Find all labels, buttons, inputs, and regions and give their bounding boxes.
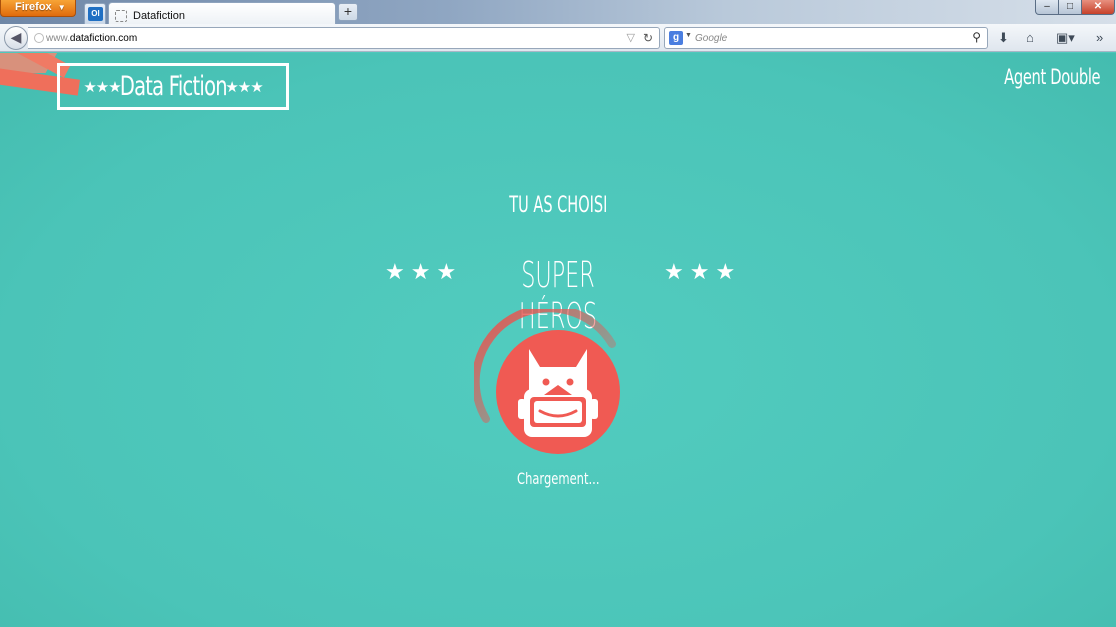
search-bar[interactable]: g ▼ Google ⚲ <box>664 27 988 49</box>
navigation-toolbar: ◀ www.datafiction.com ▽ ↻ g ▼ Google ⚲ ⬇… <box>0 24 1116 52</box>
search-placeholder: Google <box>695 33 728 44</box>
site-logo[interactable]: ★★★ Data Fiction ★★★ <box>57 63 289 110</box>
loading-status: Chargement... <box>0 469 1116 488</box>
reload-icon[interactable]: ↻ <box>643 31 653 45</box>
firefox-menu-label: Firefox <box>15 1 52 13</box>
engine-dropdown-icon[interactable]: ▼ <box>685 32 692 39</box>
loading-text: Chargement... <box>516 469 600 488</box>
home-icon[interactable]: ⌂ <box>1026 30 1034 45</box>
minimize-button[interactable]: – <box>1035 0 1059 15</box>
maximize-button[interactable]: □ <box>1058 0 1082 15</box>
logo-stars-left: ★★★ <box>83 78 121 96</box>
pinned-app-tab[interactable]: Ol <box>84 3 106 24</box>
agent-double-link[interactable]: Agent Double <box>1004 65 1100 89</box>
hero-title-row: ★★★ SUPER HÉROS ★★★ <box>0 253 1116 337</box>
url-domain: datafiction.com <box>69 33 138 44</box>
chose-heading: TU AS CHOISI <box>0 193 1116 218</box>
back-button[interactable]: ◀ <box>4 26 28 50</box>
page-content: ★★★ Data Fiction ★★★ Agent Double TU AS … <box>0 53 1116 627</box>
url-prefix: www. <box>46 33 70 44</box>
hero-avatar-graphic <box>471 304 620 454</box>
screenshot-icon[interactable]: ▣▾ <box>1056 30 1075 46</box>
logo-stars-right: ★★★ <box>225 78 263 96</box>
address-bar[interactable]: www.datafiction.com ▽ ↻ <box>28 27 660 49</box>
tab-datafiction[interactable]: Datafiction <box>108 2 336 24</box>
arrow-left-icon: ◀ <box>10 29 22 45</box>
download-icon[interactable]: ⬇ <box>998 30 1009 46</box>
google-icon[interactable]: g <box>669 31 683 45</box>
firefox-menu-button[interactable]: Firefox ▼ <box>0 0 76 17</box>
browser-titlebar: Firefox ▼ Ol Datafiction + – □ ✕ <box>0 0 1116 24</box>
new-tab-button[interactable]: + <box>338 3 358 21</box>
overflow-menu-icon[interactable]: » <box>1096 30 1103 45</box>
bookmark-dropdown-icon[interactable]: ▽ <box>627 31 635 44</box>
site-identity-icon[interactable] <box>34 33 44 43</box>
chevron-down-icon: ▼ <box>57 3 66 12</box>
tab-title: Datafiction <box>133 9 185 22</box>
page-favicon-icon <box>115 9 127 22</box>
chose-text: TU AS CHOISI <box>508 193 608 218</box>
logo-text: Data Fiction <box>119 71 227 102</box>
hero-avatar <box>471 304 624 459</box>
close-window-button[interactable]: ✕ <box>1081 0 1115 15</box>
search-icon[interactable]: ⚲ <box>972 30 981 44</box>
outlook-icon: Ol <box>88 7 103 21</box>
stars-right-decoration: ★★★ <box>664 259 742 284</box>
